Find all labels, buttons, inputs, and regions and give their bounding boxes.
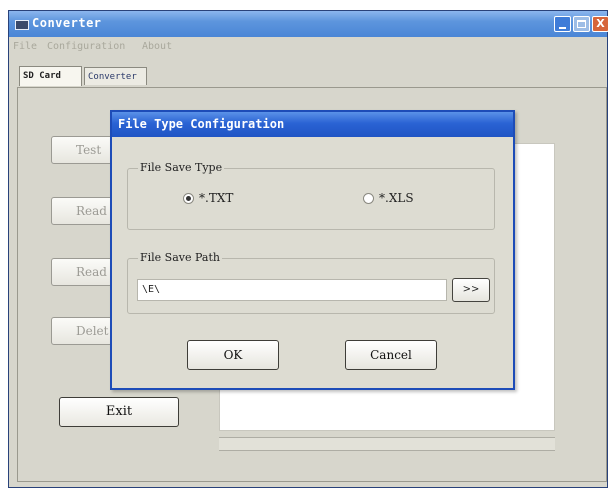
cancel-button[interactable]: Cancel: [345, 340, 437, 370]
menu-file[interactable]: File: [13, 41, 37, 52]
file-save-type-group: File Save Type *.TXT *.XLS: [127, 161, 495, 230]
close-button[interactable]: X: [592, 16, 608, 32]
radio-txt-label: *.TXT: [199, 191, 234, 205]
maximize-icon: [577, 20, 586, 28]
app-icon: [15, 20, 29, 30]
radio-xls-label: *.XLS: [379, 191, 414, 205]
radio-xls[interactable]: *.XLS: [363, 191, 414, 205]
menu-configuration[interactable]: Configuration: [47, 41, 125, 52]
browse-button[interactable]: >>: [452, 278, 490, 302]
save-path-input[interactable]: \E\: [137, 279, 447, 301]
exit-button[interactable]: Exit: [59, 397, 179, 427]
dialog-title[interactable]: File Type Configuration: [112, 112, 513, 137]
file-save-path-legend: File Save Path: [138, 251, 222, 264]
tab-sd-card[interactable]: SD Card: [19, 66, 82, 86]
minimize-button[interactable]: [554, 16, 571, 32]
file-type-config-dialog: File Type Configuration File Save Type *…: [110, 110, 515, 390]
file-save-type-legend: File Save Type: [138, 161, 225, 174]
radio-txt[interactable]: *.TXT: [183, 191, 233, 205]
window-title: Converter: [32, 16, 102, 30]
ok-button[interactable]: OK: [187, 340, 279, 370]
menu-bar: File Configuration About: [9, 38, 607, 56]
minimize-icon: [559, 27, 566, 29]
radio-unselected-icon: [363, 193, 374, 204]
maximize-button[interactable]: [573, 16, 590, 32]
title-bar[interactable]: Converter X: [9, 11, 608, 37]
status-bar: [219, 437, 555, 451]
file-save-path-group: File Save Path \E\ >>: [127, 251, 495, 314]
menu-about[interactable]: About: [142, 41, 172, 52]
radio-selected-icon: [183, 193, 194, 204]
tab-converter[interactable]: Converter: [84, 67, 147, 85]
